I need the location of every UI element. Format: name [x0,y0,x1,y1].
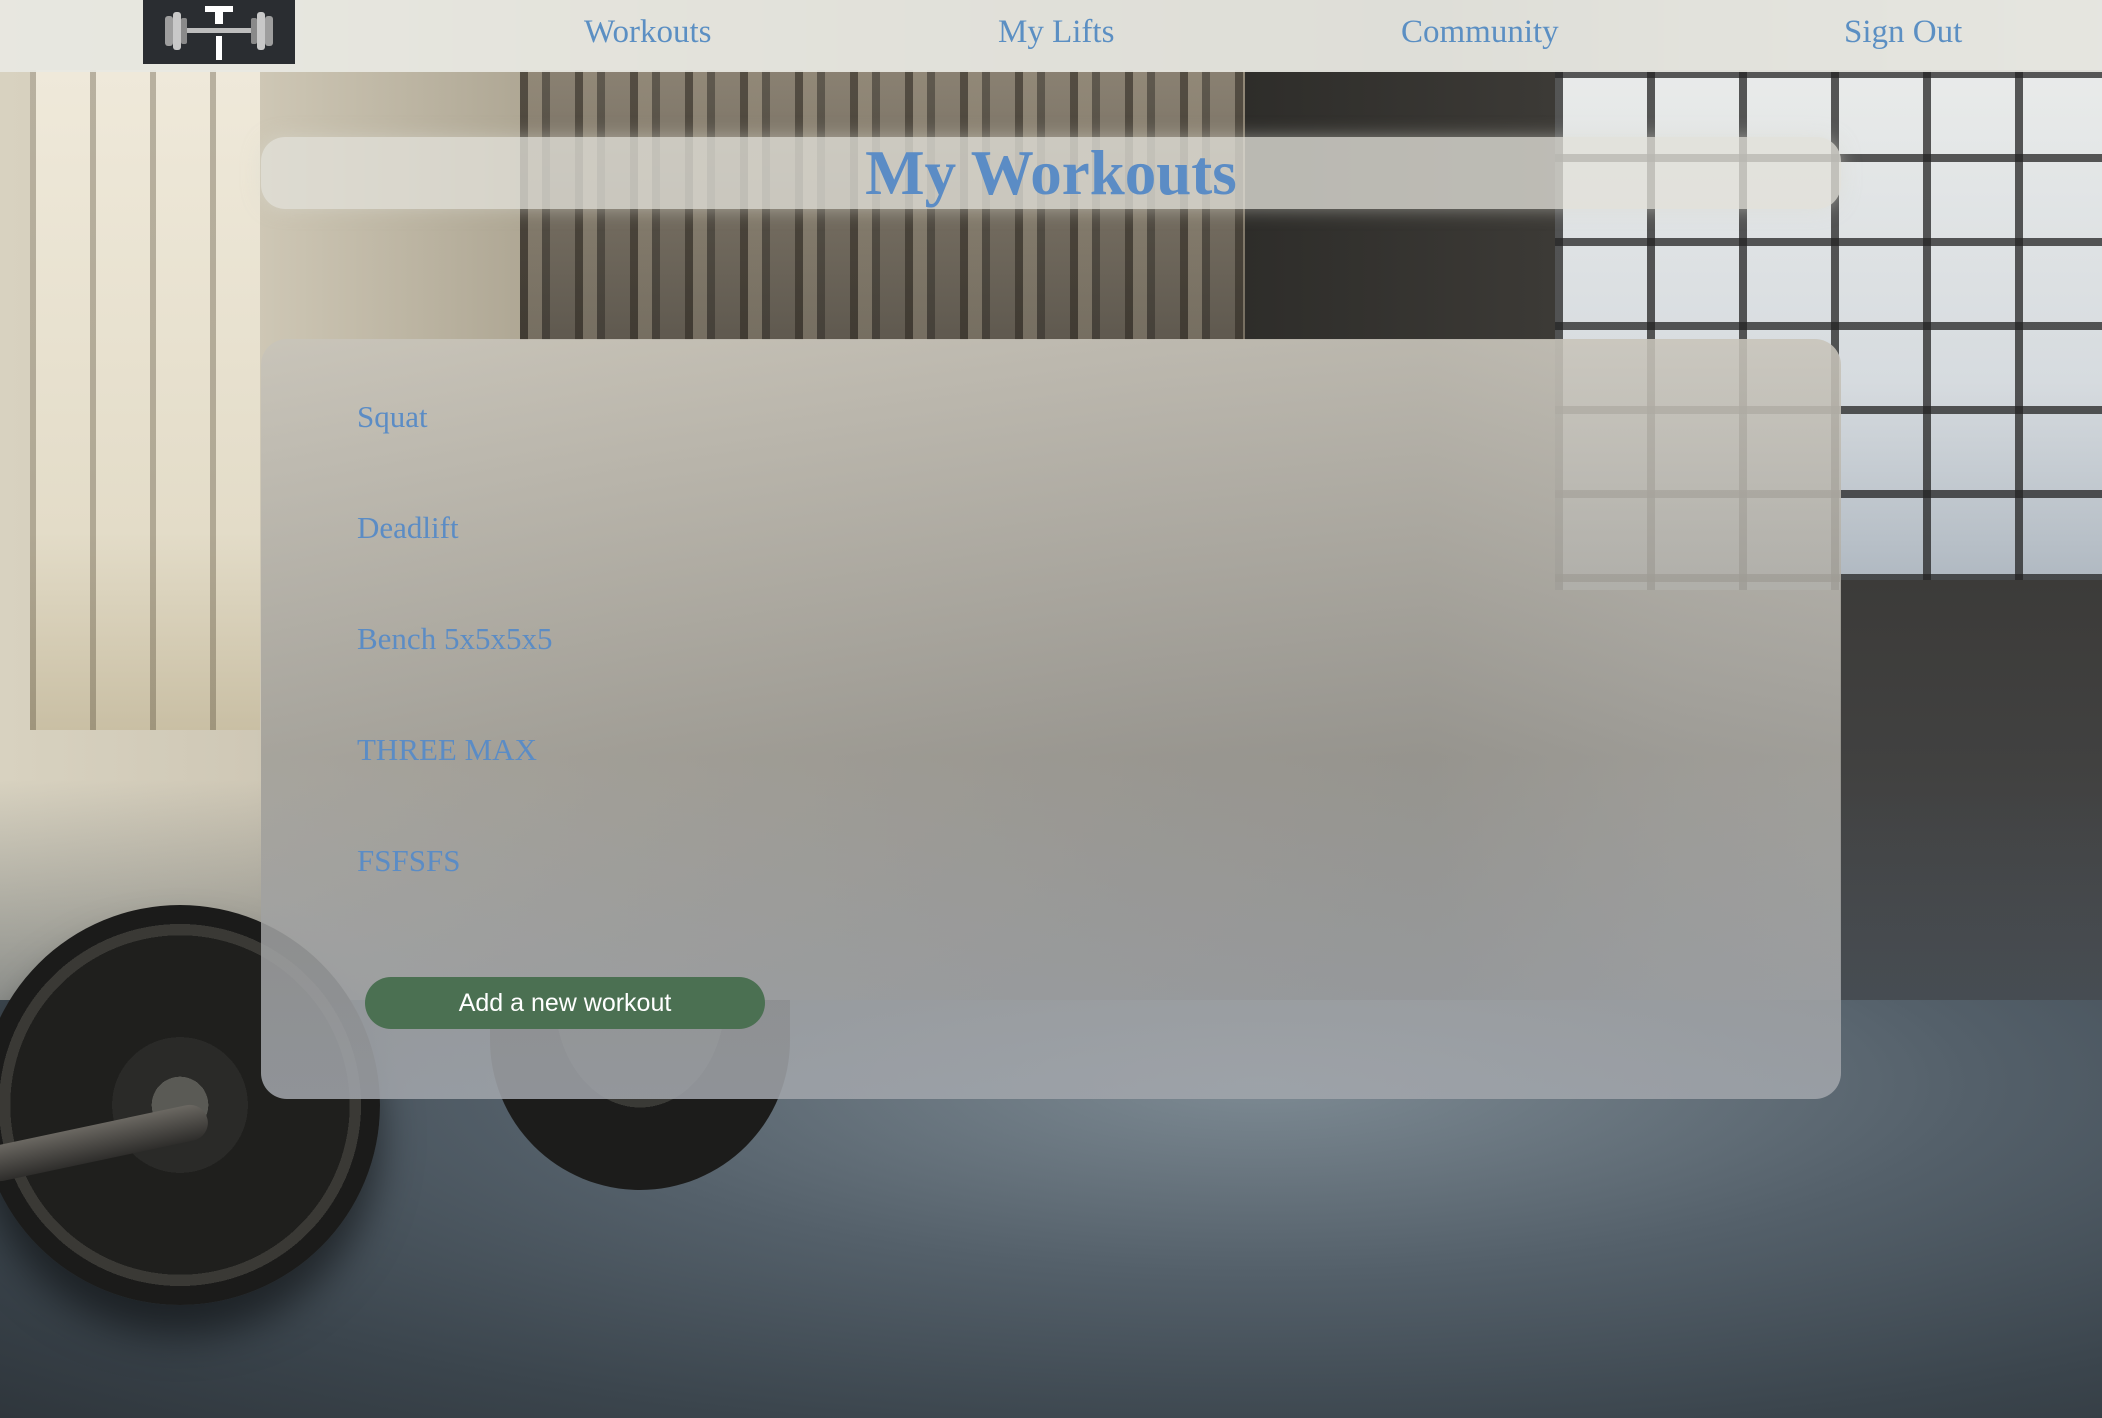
workouts-panel: Squat Deadlift Bench 5x5x5x5 THREE MAX F… [261,339,1841,1099]
add-workout-button[interactable]: Add a new workout [365,977,765,1029]
workout-item-squat[interactable]: Squat [357,399,428,435]
workout-item-fsfsfs[interactable]: FSFSFS [357,843,460,879]
workout-item-deadlift[interactable]: Deadlift [357,510,459,546]
title-panel: My Workouts [261,137,1841,209]
nav-link-community[interactable]: Community [1401,14,1559,51]
workout-item-bench[interactable]: Bench 5x5x5x5 [357,621,552,657]
nav-link-my-lifts[interactable]: My Lifts [998,14,1114,51]
workout-item-three-max[interactable]: THREE MAX [357,732,537,768]
nav-link-workouts[interactable]: Workouts [584,14,712,51]
dumbbell-logo-icon[interactable] [143,0,295,64]
top-nav: Workouts My Lifts Community Sign Out [0,0,2102,72]
nav-link-sign-out[interactable]: Sign Out [1844,14,1962,51]
page-title: My Workouts [865,138,1237,208]
